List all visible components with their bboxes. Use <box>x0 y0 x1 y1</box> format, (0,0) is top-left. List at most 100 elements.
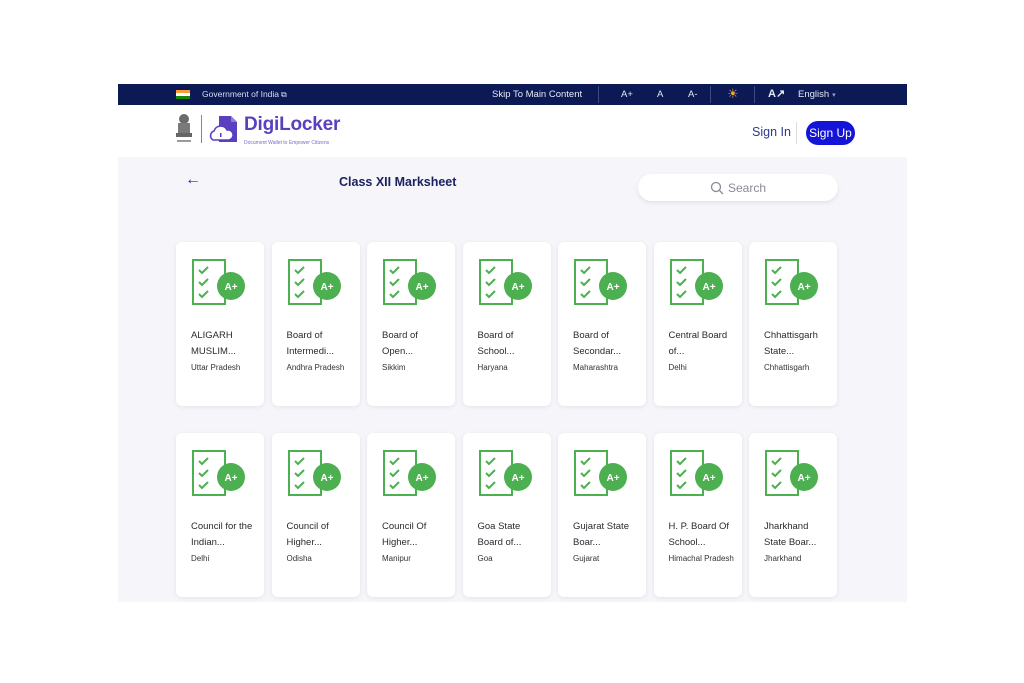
marksheet-a-plus-icon: A+ <box>574 259 627 305</box>
brand-tagline: Document Wallet to Empower Citizens <box>244 140 330 146</box>
board-card[interactable]: A+ Board of School... Haryana <box>462 242 551 406</box>
marksheet-a-plus-icon: A+ <box>478 450 532 496</box>
board-state: Odisha <box>286 554 312 563</box>
svg-text:A+: A+ <box>606 282 619 293</box>
government-bar: Government of India ⧉ Skip To Main Conten… <box>118 84 907 105</box>
divider <box>754 86 755 103</box>
board-card[interactable]: A+ Goa State Board of... Goa <box>462 433 551 597</box>
board-name: ALIGARH MUSLIM... <box>191 330 236 357</box>
board-name: H. P. Board Of School... <box>668 521 730 548</box>
marksheet-a-plus-icon: A+ <box>478 259 532 305</box>
board-state: Delhi <box>191 554 210 563</box>
board-name: Goa State Board of... <box>477 521 522 548</box>
board-state: Goa <box>477 554 493 563</box>
divider <box>598 86 599 103</box>
sign-up-button[interactable]: Sign Up <box>806 121 855 145</box>
chevron-down-icon: ▾ <box>832 92 836 99</box>
board-card[interactable]: A+ Council Of Higher... Manipur <box>367 433 455 597</box>
board-name: Chhattisgarh State... <box>764 330 818 357</box>
svg-text:A+: A+ <box>415 282 428 293</box>
board-state: Sikkim <box>382 363 406 372</box>
board-grid: A+ ALIGARH MUSLIM... Uttar Pradesh A+ Bo… <box>176 242 837 597</box>
board-card[interactable]: A+ ALIGARH MUSLIM... Uttar Pradesh <box>176 242 264 406</box>
skip-to-main-content-link[interactable]: Skip To Main Content <box>492 89 582 100</box>
board-name: Central Board of... <box>668 330 728 357</box>
board-state: Jharkhand <box>764 554 802 563</box>
board-card[interactable]: A+ Central Board of... Delhi <box>653 242 742 406</box>
divider <box>710 86 711 103</box>
svg-text:A+: A+ <box>702 473 715 484</box>
marksheet-a-plus-icon: A+ <box>669 450 723 496</box>
board-state: Uttar Pradesh <box>191 363 241 372</box>
svg-text:A+: A+ <box>702 282 715 293</box>
marksheet-a-plus-icon: A+ <box>765 259 818 305</box>
brand-name[interactable]: DigiLocker <box>244 114 340 136</box>
digilocker-logo-icon[interactable] <box>207 114 241 146</box>
board-card[interactable]: A+ Council of Higher... Odisha <box>271 433 360 597</box>
board-name: Board of Secondar... <box>573 330 622 357</box>
government-of-india-link[interactable]: Government of India ⧉ <box>202 89 287 100</box>
board-name: Council Of Higher... <box>382 521 427 548</box>
board-card[interactable]: A+ H. P. Board Of School... Himachal Pra… <box>653 433 742 597</box>
india-flag-icon <box>176 90 190 99</box>
board-name: Gujarat State Boar... <box>573 521 629 548</box>
board-state: Haryana <box>477 363 508 372</box>
board-card[interactable]: A+ Board of Intermedi... Andhra Pradesh <box>271 242 360 406</box>
search-placeholder: Search <box>727 180 767 195</box>
board-state: Gujarat <box>573 554 600 563</box>
font-normal-button[interactable]: A <box>657 89 663 100</box>
svg-text:A+: A+ <box>511 282 524 293</box>
logo-divider <box>201 115 202 143</box>
svg-text:A+: A+ <box>606 473 619 484</box>
board-name: Jharkhand State Boar... <box>764 521 817 548</box>
svg-text:A+: A+ <box>224 282 237 293</box>
marksheet-a-plus-icon: A+ <box>574 450 627 496</box>
board-state: Maharashtra <box>573 363 618 372</box>
font-increase-button[interactable]: A+ <box>621 89 633 100</box>
header-divider <box>796 122 797 144</box>
back-arrow-icon[interactable]: ← <box>185 171 201 189</box>
theme-toggle-sun-icon[interactable]: ☀ <box>727 86 739 102</box>
search-icon <box>710 181 724 194</box>
board-name: Board of School... <box>477 330 515 357</box>
board-card[interactable]: A+ Chhattisgarh State... Chhattisgarh <box>749 242 837 406</box>
board-card[interactable]: A+ Gujarat State Boar... Gujarat <box>558 433 646 597</box>
language-label: English <box>798 89 830 100</box>
svg-text:A+: A+ <box>320 282 333 293</box>
national-emblem-icon <box>176 114 192 142</box>
marksheet-a-plus-icon: A+ <box>192 259 245 305</box>
marksheet-a-plus-icon: A+ <box>287 450 341 496</box>
font-decrease-button[interactable]: A- <box>688 89 698 100</box>
digilocker-page: Government of India ⧉ Skip To Main Conten… <box>118 84 907 602</box>
sign-in-link[interactable]: Sign In <box>752 125 791 139</box>
svg-text:A+: A+ <box>797 473 810 484</box>
svg-text:A+: A+ <box>320 473 333 484</box>
board-state: Manipur <box>382 554 411 563</box>
marksheet-a-plus-icon: A+ <box>669 259 723 305</box>
marksheet-a-plus-icon: A+ <box>287 259 341 305</box>
board-card[interactable]: A+ Board of Secondar... Maharashtra <box>558 242 646 406</box>
svg-text:A+: A+ <box>797 282 810 293</box>
government-of-india-label: Government of India <box>202 89 280 99</box>
board-state: Delhi <box>668 363 687 372</box>
page-title: Class XII Marksheet <box>339 175 457 189</box>
board-name: Board of Intermedi... <box>286 330 335 357</box>
board-name: Board of Open... <box>382 330 418 357</box>
translate-icon: A↗ <box>768 88 786 100</box>
board-name: Council for the Indian... <box>191 521 253 548</box>
language-selector[interactable]: English ▾ <box>798 89 836 100</box>
board-state: Chhattisgarh <box>764 363 810 372</box>
marksheet-a-plus-icon: A+ <box>765 450 818 496</box>
marksheet-a-plus-icon: A+ <box>383 259 436 305</box>
board-state: Andhra Pradesh <box>286 363 345 372</box>
search-input[interactable]: Search <box>638 174 838 201</box>
marksheet-a-plus-icon: A+ <box>192 450 245 496</box>
svg-text:A+: A+ <box>224 473 237 484</box>
board-card[interactable]: A+ Board of Open... Sikkim <box>367 242 455 406</box>
board-card[interactable]: A+ Jharkhand State Boar... Jharkhand <box>749 433 837 597</box>
board-state: Himachal Pradesh <box>668 554 734 563</box>
svg-text:A+: A+ <box>511 473 524 484</box>
board-card[interactable]: A+ Council for the Indian... Delhi <box>176 433 264 597</box>
svg-text:A+: A+ <box>415 473 428 484</box>
board-name: Council of Higher... <box>286 521 329 548</box>
